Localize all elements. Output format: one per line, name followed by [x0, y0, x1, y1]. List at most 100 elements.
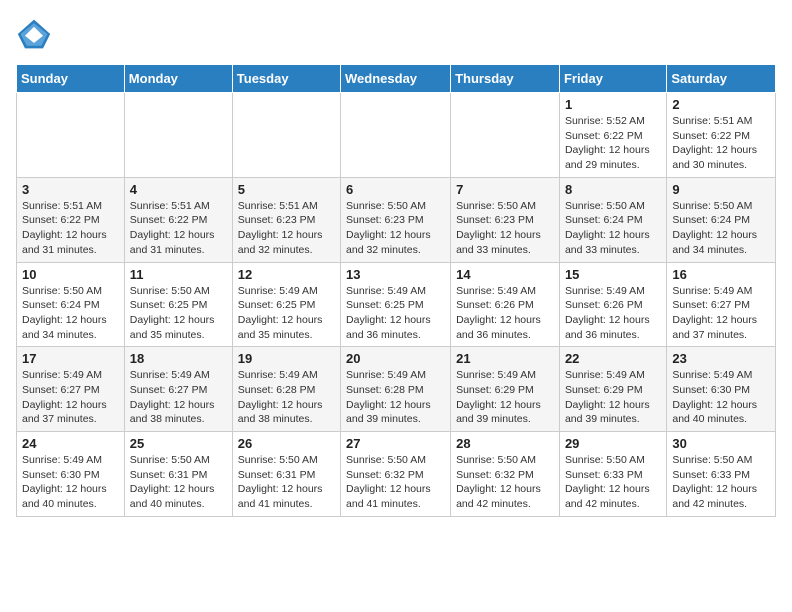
day-number: 8	[565, 182, 661, 197]
calendar-cell: 16Sunrise: 5:49 AM Sunset: 6:27 PM Dayli…	[667, 262, 776, 347]
day-number: 15	[565, 267, 661, 282]
calendar-cell: 3 Sunrise: 5:51 AM Sunset: 6:22 PM Daylig…	[17, 177, 125, 262]
day-detail: Sunrise: 5:51 AM Sunset: 6:23 PM Dayligh…	[238, 199, 335, 258]
calendar-cell: 20Sunrise: 5:49 AM Sunset: 6:28 PM Dayli…	[341, 347, 451, 432]
day-detail: Sunrise: 5:49 AM Sunset: 6:28 PM Dayligh…	[346, 368, 445, 427]
calendar-cell: 6 Sunrise: 5:50 AM Sunset: 6:23 PM Daylig…	[341, 177, 451, 262]
calendar-week: 10 Sunrise: 5:50 AM Sunset: 6:24 PM Dayli…	[17, 262, 776, 347]
day-number: 4	[130, 182, 227, 197]
day-detail: Sunrise: 5:50 AM Sunset: 6:33 PM Dayligh…	[672, 453, 770, 512]
calendar-cell: 1Sunrise: 5:52 AM Sunset: 6:22 PM Daylig…	[559, 93, 666, 178]
day-header: Monday	[124, 65, 232, 93]
day-detail: Sunrise: 5:49 AM Sunset: 6:30 PM Dayligh…	[672, 368, 770, 427]
calendar-cell: 15 Sunrise: 5:49 AM Sunset: 6:26 PM Dayli…	[559, 262, 666, 347]
calendar-cell	[124, 93, 232, 178]
day-number: 25	[130, 436, 227, 451]
day-number: 3	[22, 182, 119, 197]
logo	[16, 16, 56, 52]
day-detail: Sunrise: 5:51 AM Sunset: 6:22 PM Dayligh…	[672, 114, 770, 173]
day-number: 30	[672, 436, 770, 451]
day-header: Wednesday	[341, 65, 451, 93]
day-detail: Sunrise: 5:49 AM Sunset: 6:25 PM Dayligh…	[238, 284, 335, 343]
day-number: 17	[22, 351, 119, 366]
calendar-cell: 23 Sunrise: 5:49 AM Sunset: 6:30 PM Dayli…	[667, 347, 776, 432]
day-detail: Sunrise: 5:49 AM Sunset: 6:26 PM Dayligh…	[565, 284, 661, 343]
day-header: Sunday	[17, 65, 125, 93]
day-detail: Sunrise: 5:50 AM Sunset: 6:32 PM Dayligh…	[346, 453, 445, 512]
day-detail: Sunrise: 5:49 AM Sunset: 6:29 PM Dayligh…	[565, 368, 661, 427]
day-number: 11	[130, 267, 227, 282]
calendar-cell: 26 Sunrise: 5:50 AM Sunset: 6:31 PM Dayli…	[232, 432, 340, 517]
day-number: 2	[672, 97, 770, 112]
day-number: 13	[346, 267, 445, 282]
day-detail: Sunrise: 5:50 AM Sunset: 6:32 PM Dayligh…	[456, 453, 554, 512]
day-header: Friday	[559, 65, 666, 93]
day-header: Saturday	[667, 65, 776, 93]
day-number: 12	[238, 267, 335, 282]
day-number: 28	[456, 436, 554, 451]
calendar-cell: 2 Sunrise: 5:51 AM Sunset: 6:22 PM Daylig…	[667, 93, 776, 178]
calendar-cell	[17, 93, 125, 178]
day-detail: Sunrise: 5:49 AM Sunset: 6:30 PM Dayligh…	[22, 453, 119, 512]
calendar-week: 1Sunrise: 5:52 AM Sunset: 6:22 PM Daylig…	[17, 93, 776, 178]
day-number: 10	[22, 267, 119, 282]
calendar-week: 3 Sunrise: 5:51 AM Sunset: 6:22 PM Daylig…	[17, 177, 776, 262]
calendar-cell: 5 Sunrise: 5:51 AM Sunset: 6:23 PM Daylig…	[232, 177, 340, 262]
calendar-week: 24 Sunrise: 5:49 AM Sunset: 6:30 PM Dayli…	[17, 432, 776, 517]
calendar-cell: 4 Sunrise: 5:51 AM Sunset: 6:22 PM Daylig…	[124, 177, 232, 262]
day-detail: Sunrise: 5:50 AM Sunset: 6:24 PM Dayligh…	[565, 199, 661, 258]
day-detail: Sunrise: 5:51 AM Sunset: 6:22 PM Dayligh…	[22, 199, 119, 258]
page-header	[16, 16, 776, 52]
day-detail: Sunrise: 5:50 AM Sunset: 6:24 PM Dayligh…	[22, 284, 119, 343]
day-detail: Sunrise: 5:52 AM Sunset: 6:22 PM Dayligh…	[565, 114, 661, 173]
calendar-cell: 14 Sunrise: 5:49 AM Sunset: 6:26 PM Dayli…	[451, 262, 560, 347]
calendar: SundayMondayTuesdayWednesdayThursdayFrid…	[16, 64, 776, 517]
calendar-header: SundayMondayTuesdayWednesdayThursdayFrid…	[17, 65, 776, 93]
day-detail: Sunrise: 5:50 AM Sunset: 6:24 PM Dayligh…	[672, 199, 770, 258]
calendar-cell	[451, 93, 560, 178]
day-detail: Sunrise: 5:49 AM Sunset: 6:28 PM Dayligh…	[238, 368, 335, 427]
day-number: 23	[672, 351, 770, 366]
day-number: 14	[456, 267, 554, 282]
day-detail: Sunrise: 5:49 AM Sunset: 6:25 PM Dayligh…	[346, 284, 445, 343]
day-number: 27	[346, 436, 445, 451]
day-detail: Sunrise: 5:50 AM Sunset: 6:31 PM Dayligh…	[130, 453, 227, 512]
day-number: 26	[238, 436, 335, 451]
calendar-week: 17 Sunrise: 5:49 AM Sunset: 6:27 PM Dayli…	[17, 347, 776, 432]
day-number: 9	[672, 182, 770, 197]
day-number: 22	[565, 351, 661, 366]
calendar-cell	[341, 93, 451, 178]
calendar-cell: 22 Sunrise: 5:49 AM Sunset: 6:29 PM Dayli…	[559, 347, 666, 432]
calendar-cell: 12 Sunrise: 5:49 AM Sunset: 6:25 PM Dayli…	[232, 262, 340, 347]
day-header: Thursday	[451, 65, 560, 93]
day-detail: Sunrise: 5:50 AM Sunset: 6:23 PM Dayligh…	[346, 199, 445, 258]
calendar-cell: 10 Sunrise: 5:50 AM Sunset: 6:24 PM Dayli…	[17, 262, 125, 347]
day-detail: Sunrise: 5:49 AM Sunset: 6:27 PM Dayligh…	[130, 368, 227, 427]
day-number: 5	[238, 182, 335, 197]
day-detail: Sunrise: 5:50 AM Sunset: 6:23 PM Dayligh…	[456, 199, 554, 258]
day-number: 16	[672, 267, 770, 282]
day-number: 18	[130, 351, 227, 366]
calendar-cell: 24 Sunrise: 5:49 AM Sunset: 6:30 PM Dayli…	[17, 432, 125, 517]
calendar-cell: 19 Sunrise: 5:49 AM Sunset: 6:28 PM Dayli…	[232, 347, 340, 432]
day-number: 7	[456, 182, 554, 197]
calendar-body: 1Sunrise: 5:52 AM Sunset: 6:22 PM Daylig…	[17, 93, 776, 517]
calendar-cell: 30 Sunrise: 5:50 AM Sunset: 6:33 PM Dayli…	[667, 432, 776, 517]
day-detail: Sunrise: 5:50 AM Sunset: 6:25 PM Dayligh…	[130, 284, 227, 343]
calendar-cell: 25 Sunrise: 5:50 AM Sunset: 6:31 PM Dayli…	[124, 432, 232, 517]
day-number: 19	[238, 351, 335, 366]
calendar-cell: 28 Sunrise: 5:50 AM Sunset: 6:32 PM Dayli…	[451, 432, 560, 517]
calendar-cell: 11 Sunrise: 5:50 AM Sunset: 6:25 PM Dayli…	[124, 262, 232, 347]
day-number: 24	[22, 436, 119, 451]
day-detail: Sunrise: 5:51 AM Sunset: 6:22 PM Dayligh…	[130, 199, 227, 258]
day-detail: Sunrise: 5:49 AM Sunset: 6:27 PM Dayligh…	[22, 368, 119, 427]
day-detail: Sunrise: 5:49 AM Sunset: 6:29 PM Dayligh…	[456, 368, 554, 427]
day-detail: Sunrise: 5:49 AM Sunset: 6:26 PM Dayligh…	[456, 284, 554, 343]
day-number: 6	[346, 182, 445, 197]
day-detail: Sunrise: 5:50 AM Sunset: 6:31 PM Dayligh…	[238, 453, 335, 512]
day-number: 21	[456, 351, 554, 366]
day-number: 29	[565, 436, 661, 451]
calendar-cell: 21 Sunrise: 5:49 AM Sunset: 6:29 PM Dayli…	[451, 347, 560, 432]
day-header: Tuesday	[232, 65, 340, 93]
calendar-cell: 8 Sunrise: 5:50 AM Sunset: 6:24 PM Daylig…	[559, 177, 666, 262]
